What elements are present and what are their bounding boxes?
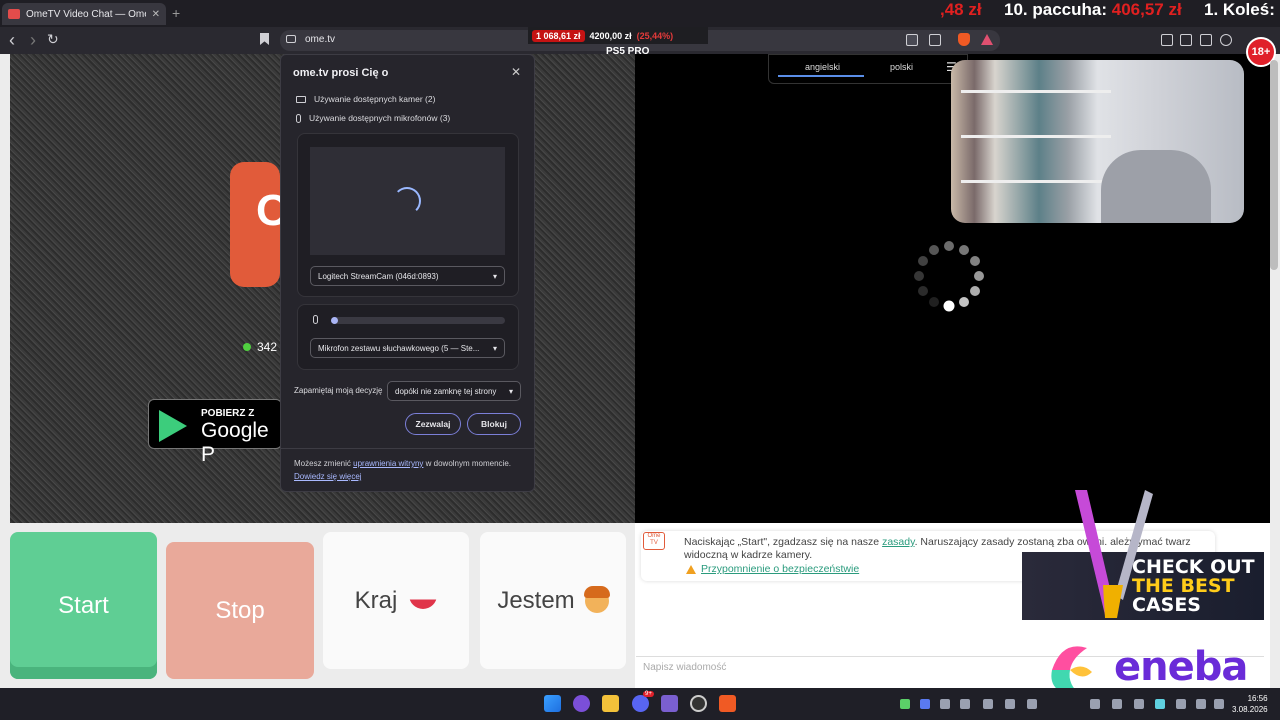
tab-english[interactable]: angielski (805, 62, 840, 72)
stop-button[interactable]: Stop (166, 542, 314, 679)
tray-icon[interactable] (940, 699, 950, 709)
dialog-footnote: Możesz zmienić uprawnienia witryny w dow… (294, 459, 512, 481)
loading-spinner-icon (914, 241, 984, 312)
chevron-down-icon: ▾ (508, 386, 513, 396)
dialog-close-button[interactable]: ✕ (511, 65, 521, 79)
volume-icon[interactable] (1214, 699, 1224, 709)
site-permissions-link[interactable]: uprawnienia witryny (353, 459, 423, 468)
country-button[interactable]: Kraj (323, 532, 469, 669)
tray-icon[interactable] (900, 699, 910, 709)
gender-button[interactable]: Jestem (480, 532, 626, 669)
tab-close-icon[interactable]: ✕ (152, 9, 160, 20)
tab-title: OmeTV Video Chat — Omegle R (26, 8, 146, 20)
mic-level-meter (331, 317, 505, 324)
wifi-icon[interactable] (1196, 699, 1206, 709)
learn-more-link[interactable]: Dowiedz się więcej (294, 472, 362, 481)
vpn-icon[interactable] (1220, 34, 1232, 46)
tray-icon[interactable] (1027, 699, 1037, 709)
chat-input-placeholder[interactable]: Napisz wiadomość (643, 662, 726, 673)
remember-label: Zapamiętaj moją decyzję (294, 386, 383, 395)
browser-tab[interactable]: OmeTV Video Chat — Omegle R ✕ (2, 3, 166, 25)
app-icon-2[interactable] (661, 695, 678, 712)
mic-permission-row: Używanie dostępnych mikrofonów (3) (296, 113, 450, 123)
stream-price-ticker: 1 068,61 zł 4200,00 zł (25,44%) (528, 27, 708, 44)
file-explorer-icon[interactable] (602, 695, 619, 712)
google-play-icon (159, 410, 187, 442)
dialog-title: ome.tv prosi Cię o (293, 67, 389, 79)
page-scrollbar[interactable] (1270, 60, 1278, 270)
microphone-icon (296, 113, 301, 123)
sidebar-icon[interactable] (1180, 34, 1192, 46)
tray-icon[interactable] (960, 699, 970, 709)
remember-select[interactable]: dopóki nie zamknę tej strony ▾ (387, 381, 521, 401)
reload-button[interactable]: ↻ (47, 31, 59, 48)
camera-icon (296, 95, 306, 103)
language-tabs (768, 54, 968, 84)
brave-icon[interactable] (719, 695, 736, 712)
active-tab-indicator (778, 75, 864, 77)
back-button[interactable]: ‹ (9, 30, 15, 51)
tab-polish[interactable]: polski (890, 62, 913, 72)
camera-permission-row: Używanie dostępnych kamer (2) (296, 94, 435, 104)
tray-icon[interactable] (1112, 699, 1122, 709)
camera-loading-icon (393, 187, 421, 215)
start-menu-icon[interactable] (544, 695, 561, 712)
forward-button[interactable]: › (30, 30, 36, 51)
new-tab-button[interactable]: + (172, 5, 180, 21)
start-button[interactable]: Start (10, 532, 157, 679)
url-text[interactable]: ome.tv (305, 34, 335, 45)
ometv-favicon-icon (8, 9, 20, 19)
tray-icon[interactable] (1090, 699, 1100, 709)
overlay-donation-3: 1. Koleś: ( (1204, 0, 1280, 19)
poland-flag-icon (409, 592, 438, 609)
warning-icon (686, 565, 696, 574)
chevron-down-icon: ▾ (492, 343, 497, 353)
steam-icon[interactable] (690, 695, 707, 712)
taskbar-clock[interactable]: 16:56 3.08.2026 (1232, 693, 1268, 715)
ometv-chat-logo: Ome TV (643, 532, 665, 550)
ometv-logo: O (230, 162, 290, 287)
online-counter: 342 (243, 340, 277, 354)
tray-icon[interactable] (1176, 699, 1186, 709)
app-icon[interactable] (573, 695, 590, 712)
block-button[interactable]: Blokuj (467, 413, 521, 435)
safety-reminder-link[interactable]: Przypomnienie o bezpieczeństwie (701, 563, 859, 575)
tray-icon[interactable] (1134, 699, 1144, 709)
chevron-down-icon: ▾ (492, 271, 497, 281)
camera-select[interactable]: Logitech StreamCam (046d:0893) ▾ (310, 266, 505, 286)
translate-icon[interactable] (906, 34, 918, 46)
online-dot-icon (243, 343, 251, 351)
allow-button[interactable]: Zezwalaj (405, 413, 461, 435)
tray-icon[interactable] (983, 699, 993, 709)
knife-skin-icon (1075, 490, 1153, 618)
wallet-icon[interactable] (1200, 34, 1212, 46)
boy-emoji-icon (583, 585, 610, 613)
microphone-select[interactable]: Mikrofon zestawu słuchawkowego (5 — Ste.… (310, 338, 505, 358)
dialog-divider (281, 448, 534, 449)
google-play-badge[interactable]: POBIERZ Z Google P (148, 399, 282, 466)
microphone-card (297, 304, 519, 370)
tray-icon[interactable] (1005, 699, 1015, 709)
rules-link[interactable]: zasady (882, 536, 915, 548)
brave-rewards-icon[interactable] (981, 34, 993, 45)
cast-icon[interactable] (929, 34, 941, 46)
webcam-preview (951, 60, 1244, 223)
tray-icon[interactable] (1155, 699, 1165, 709)
brave-shields-icon[interactable] (958, 33, 970, 46)
discord-icon[interactable] (632, 695, 649, 712)
overlay-donation-2: 10. paccuha: 406,57 zł (1004, 0, 1182, 19)
extensions-icon[interactable] (1161, 34, 1173, 46)
tray-icon[interactable] (920, 699, 930, 709)
site-settings-icon[interactable] (286, 35, 296, 43)
mic-level-icon (313, 315, 318, 324)
discord-badge: 9+ (643, 691, 654, 697)
overlay-donation-amount: ,48 zł (940, 0, 982, 19)
